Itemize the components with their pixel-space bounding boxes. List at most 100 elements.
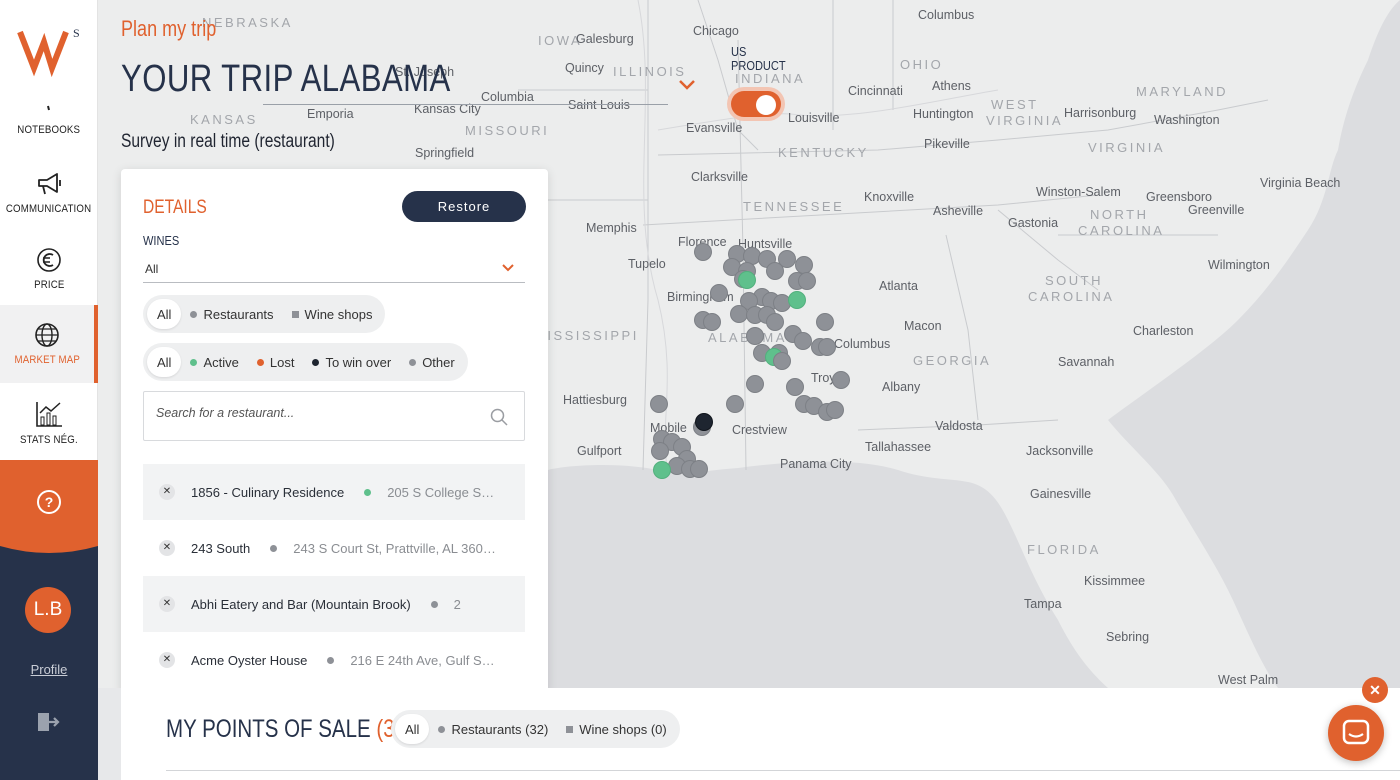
- pos-filter-restaurants[interactable]: Restaurants (32): [429, 714, 557, 744]
- points-of-sale-card: MY POINTS OF SALE (32) All Restaurants (…: [121, 688, 1400, 780]
- wines-select[interactable]: All: [143, 257, 525, 283]
- nav-price[interactable]: PRICE: [0, 232, 98, 306]
- remove-icon[interactable]: ✕: [159, 540, 175, 556]
- status-filter-to-win-over[interactable]: To win over: [303, 347, 400, 377]
- map-pin[interactable]: [816, 313, 834, 331]
- restaurant-name: 243 South: [191, 540, 251, 556]
- type-filter-wine-shops[interactable]: Wine shops: [283, 299, 382, 329]
- map-pin[interactable]: [826, 401, 844, 419]
- map-city-label: Evansville: [686, 121, 743, 135]
- map-pin[interactable]: [786, 378, 804, 396]
- remove-icon[interactable]: ✕: [159, 484, 175, 500]
- restaurant-address: 216 E 24th Ave, Gulf Shores, AL 36542: [350, 652, 525, 668]
- map-pin[interactable]: [746, 375, 764, 393]
- map-pin[interactable]: [710, 284, 728, 302]
- map-pin-active[interactable]: [653, 461, 671, 479]
- map-pin[interactable]: [766, 262, 784, 280]
- trip-title[interactable]: YOUR TRIP ALABAMA: [121, 58, 451, 101]
- nav-communication[interactable]: COMMUNICATION: [0, 155, 98, 229]
- map-pin-active[interactable]: [738, 271, 756, 289]
- brand-logo[interactable]: S: [14, 20, 84, 80]
- map-city-label: Springfield: [415, 146, 475, 160]
- map-city-label: Memphis: [586, 221, 637, 235]
- map-pin[interactable]: [746, 327, 764, 345]
- map-state-label: WEST: [991, 97, 1039, 112]
- map-pin[interactable]: [726, 395, 744, 413]
- restaurant-address: 2: [453, 596, 461, 612]
- chat-icon: [1342, 719, 1370, 745]
- map-city-label: Sebring: [1106, 630, 1150, 644]
- map-city-label: Greensboro: [1146, 190, 1213, 204]
- list-item[interactable]: ✕ 243 South 243 S Court St, Prattville, …: [143, 520, 525, 576]
- map-state-label: VIRGINIA: [1088, 140, 1166, 155]
- us-product-toggle[interactable]: [727, 87, 785, 121]
- map-pin[interactable]: [818, 338, 836, 356]
- help-icon: ?: [37, 490, 61, 514]
- section-divider: [0, 544, 98, 553]
- type-filter-restaurants[interactable]: Restaurants: [181, 299, 282, 329]
- restore-button[interactable]: Restore: [402, 191, 526, 222]
- map-state-label: ILLINOIS: [613, 64, 687, 79]
- survey-subtitle: Survey in real time (restaurant): [121, 131, 335, 152]
- list-item[interactable]: ✕ 1856 - Culinary Residence 205 S Colleg…: [143, 464, 525, 520]
- logout-icon[interactable]: [36, 711, 60, 733]
- status-filter-lost[interactable]: Lost: [248, 347, 304, 377]
- plan-trip-title: Plan my trip: [121, 16, 217, 41]
- pos-filter-all[interactable]: All: [395, 714, 430, 744]
- map-state-label: KENTUCKY: [778, 145, 869, 160]
- close-icon[interactable]: ✕: [1362, 677, 1388, 703]
- map-city-label: Pikeville: [924, 137, 970, 151]
- euro-icon: [37, 248, 61, 272]
- map-state-label: OHIO: [900, 57, 944, 72]
- map-pin[interactable]: [766, 313, 784, 331]
- chevron-down-icon[interactable]: [678, 78, 696, 92]
- list-item[interactable]: ✕ Acme Oyster House 216 E 24th Ave, Gulf…: [143, 632, 525, 688]
- type-filter-all[interactable]: All: [147, 299, 182, 329]
- map-pin[interactable]: [832, 371, 850, 389]
- map-pin[interactable]: [690, 460, 708, 478]
- points-of-sale-table: [166, 770, 1400, 780]
- map-city-label: Cincinnati: [848, 84, 903, 98]
- chart-icon: [36, 402, 62, 427]
- map-state-label: MARYLAND: [1136, 84, 1229, 99]
- map-pin[interactable]: [798, 272, 816, 290]
- map-pin[interactable]: [703, 313, 721, 331]
- status-filter-active[interactable]: Active: [181, 347, 247, 377]
- help-button[interactable]: ?: [0, 460, 98, 550]
- list-item[interactable]: ✕ Abhi Eatery and Bar (Mountain Brook) 2: [143, 576, 525, 632]
- nav-stats[interactable]: STATS NÉG.: [0, 386, 98, 460]
- megaphone-icon: [38, 173, 61, 195]
- chat-button[interactable]: [1324, 705, 1384, 761]
- restaurant-name: 1856 - Culinary Residence: [191, 484, 345, 500]
- map-pin[interactable]: [650, 395, 668, 413]
- remove-icon[interactable]: ✕: [159, 596, 175, 612]
- points-of-sale-section: MY POINTS OF SALE (32) All Restaurants (…: [98, 688, 1400, 780]
- map-pin-active[interactable]: [788, 291, 806, 309]
- map-city-label: Tampa: [1024, 597, 1062, 611]
- nav-market-map[interactable]: MARKET MAP: [0, 305, 98, 383]
- map-city-label: Washington: [1154, 113, 1220, 127]
- nav-notebooks[interactable]: NOTEBOOKS: [0, 90, 98, 150]
- status-filter-other[interactable]: Other: [400, 347, 464, 377]
- avatar[interactable]: L.B: [25, 587, 71, 633]
- map-state-label: CAROLINA: [1028, 289, 1115, 304]
- map-pin-to-win-over[interactable]: [695, 413, 713, 431]
- map-pin[interactable]: [794, 332, 812, 350]
- status-dot: [327, 656, 335, 664]
- remove-icon[interactable]: ✕: [159, 652, 175, 668]
- status-dot: [270, 544, 278, 552]
- restaurant-search-input[interactable]: [156, 406, 476, 420]
- map-pin[interactable]: [651, 442, 669, 460]
- map-city-label: Emporia: [307, 107, 354, 121]
- restaurant-list: ✕ 1856 - Culinary Residence 205 S Colleg…: [143, 464, 525, 689]
- profile-link[interactable]: Profile: [0, 662, 98, 677]
- map-state-label: MISSOURI: [465, 123, 550, 138]
- status-filter-all[interactable]: All: [147, 347, 182, 377]
- points-of-sale-title: MY POINTS OF SALE (32): [166, 715, 413, 743]
- map-pin[interactable]: [694, 243, 712, 261]
- map-city-label: Virginia Beach: [1260, 176, 1341, 190]
- map-city-label: Columbus: [918, 8, 975, 22]
- pos-filter-wine-shops[interactable]: Wine shops (0): [557, 714, 675, 744]
- map-pin[interactable]: [773, 352, 791, 370]
- search-icon[interactable]: [490, 408, 508, 426]
